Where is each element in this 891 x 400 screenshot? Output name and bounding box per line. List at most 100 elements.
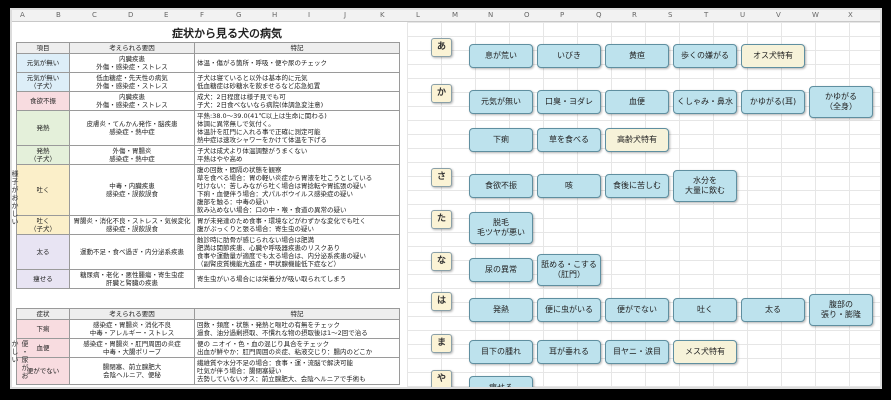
cause-cell[interactable]: 低血糖症・先天性の病気 外傷・感染症・ストレス bbox=[69, 72, 195, 92]
cause-cell[interactable]: 胃腸炎・消化不良・ストレス・気候変化 感染症・誤飲誤食 bbox=[69, 215, 195, 235]
symptom-tag[interactable]: 黄疸 bbox=[605, 44, 669, 68]
symptom-tag[interactable]: くしゃみ・鼻水 bbox=[673, 90, 737, 114]
column-letter[interactable]: K bbox=[380, 11, 385, 19]
note-cell[interactable]: 繊維質や水分不足の場合：食事・運・流脳で解決可能 吐気が伴う場合：腸閉塞疑い 去勢し… bbox=[194, 357, 400, 385]
symptom-cell[interactable]: 食欲不振 bbox=[16, 91, 70, 111]
symptom-tag[interactable]: 草を食べる bbox=[537, 128, 601, 152]
note-cell[interactable]: 成犬：2日程度は様子見でも可 子犬：2日食べないなら病院(体調急変注意) bbox=[194, 91, 400, 111]
symptom-tag[interactable]: 太る bbox=[741, 298, 805, 322]
symptom-tag[interactable]: いびき bbox=[537, 44, 601, 68]
column-letter[interactable]: I bbox=[308, 11, 310, 19]
symptom-tag[interactable]: 尿の異常 bbox=[469, 258, 533, 282]
symptom-cell[interactable]: 下痢 bbox=[16, 319, 70, 339]
column-letter[interactable]: V bbox=[776, 11, 781, 19]
column-letter[interactable]: H bbox=[272, 11, 277, 19]
kana-index-8[interactable]: や bbox=[431, 370, 452, 387]
note-cell[interactable]: 胃が未発達のため食事・環境などがわずかな変化でも吐く 腹がぷっくりと張る場合：寄生… bbox=[194, 215, 400, 235]
column-letter[interactable]: U bbox=[740, 11, 745, 19]
column-letter[interactable]: Q bbox=[596, 11, 602, 19]
column-letter[interactable]: G bbox=[236, 11, 241, 19]
note-cell[interactable]: 平熱:38.0～39.0(41℃以上は生命に関わる) 体調に異常無しで気付く。 体温… bbox=[194, 110, 400, 146]
symptom-tag[interactable]: 下痢 bbox=[469, 128, 533, 152]
cause-cell[interactable]: 内臓疾患 外傷・感染症・ストレス bbox=[69, 91, 195, 111]
symptom-tag[interactable]: 血便 bbox=[605, 90, 669, 114]
column-letter[interactable]: C bbox=[92, 11, 97, 19]
cause-cell[interactable]: 内臓疾患 外傷・感染症・ストレス bbox=[69, 53, 195, 73]
symptom-cell[interactable]: 太る bbox=[16, 234, 70, 270]
symptom-tag[interactable]: 便に虫がいる bbox=[537, 298, 601, 322]
cause-cell[interactable]: 皮膚炎・てんかん発作・脳疾患 感染症・熱中症 bbox=[69, 110, 195, 146]
note-cell[interactable]: 触診時に肋骨が感じられない場合は肥満 肥満は関節疾患、心臓や呼吸器疾患のリスクあり… bbox=[194, 234, 400, 270]
cause-cell[interactable]: 外傷・胃腸炎 感染症・熱中症 bbox=[69, 145, 195, 165]
symptom-cell[interactable]: 吐く bbox=[16, 164, 70, 216]
table-row: 元気が無い 内臓疾患 外傷・感染症・ストレス 体温・傷がる箇所・呼吸・便や尿のチェック bbox=[16, 53, 400, 73]
column-letter[interactable]: D bbox=[128, 11, 133, 19]
kana-index-0[interactable]: あ bbox=[431, 38, 452, 57]
note-cell[interactable]: 子犬は寝ていると以外は基本的に元気 低血糖症は砂糖水を飲ませるなど応急処置 bbox=[194, 72, 400, 92]
column-letter[interactable]: A bbox=[20, 11, 25, 19]
symptom-cell[interactable]: 元気が無い （子犬） bbox=[16, 72, 70, 92]
symptom-tag[interactable]: 口臭・ヨダレ bbox=[537, 90, 601, 114]
symptom-cell[interactable]: 吐く （子犬） bbox=[16, 215, 70, 235]
column-letter[interactable]: P bbox=[560, 11, 564, 19]
kana-index-7[interactable]: ま bbox=[431, 334, 452, 353]
symptom-cell[interactable]: 発熱 （子犬） bbox=[16, 145, 70, 165]
cause-cell[interactable]: 糖尿病・老化・悪性腫瘍・寄生虫症 肝臓と腎臓の疾患 bbox=[69, 269, 195, 289]
kana-index-6[interactable]: は bbox=[431, 292, 452, 311]
note-cell[interactable]: 便の ニオイ・色・血の混じり具合をチェック 出血が鮮やか：肛門周囲の炎症、粘液交じ… bbox=[194, 338, 400, 358]
note-cell[interactable]: 腹の回数・間隔の状態を観察 草を食べる場合：胃の軽い炎症から胃液を吐こうとしている… bbox=[194, 164, 400, 216]
note-cell[interactable]: 体温・傷がる箇所・呼吸・便や尿のチェック bbox=[194, 53, 400, 73]
cause-cell[interactable]: 感染症・胃腸炎・肛門周囲の炎症 中毒・大腸ポリープ bbox=[69, 338, 195, 358]
symptom-tag[interactable]: 息が荒い bbox=[469, 44, 533, 68]
kana-index-4[interactable]: た bbox=[431, 210, 452, 229]
column-letter[interactable]: X bbox=[848, 11, 853, 19]
index-grid: あ息が荒い いびき 黄疸 歩くの嫌がる オス犬特有か元気が無い 口臭・ヨダレ 血便 くしゃみ・… bbox=[407, 22, 880, 387]
symptom-tag[interactable]: かゆがる （全身） bbox=[809, 86, 873, 118]
kana-index-1[interactable]: か bbox=[431, 84, 452, 103]
symptom-tag[interactable]: 吐く bbox=[673, 298, 737, 322]
column-letter[interactable]: O bbox=[524, 11, 530, 19]
symptom-cell[interactable]: 痩せる bbox=[16, 269, 70, 289]
note-cell[interactable]: 寄生虫がいる場合には栄養分が吸い取られてしまう bbox=[194, 269, 400, 289]
cause-cell[interactable]: 中毒・内臓疾患 感染症・誤飲誤食 bbox=[69, 164, 195, 216]
note-cell[interactable]: 子犬は成犬より体温調整がうまくない 平熱はやや高め bbox=[194, 145, 400, 165]
symptom-tag[interactable]: 元気が無い bbox=[469, 90, 533, 114]
symptom-tag[interactable]: 目ヤニ・涙目 bbox=[605, 340, 669, 364]
kana-index-3[interactable]: さ bbox=[431, 168, 452, 187]
symptom-tag[interactable]: 舐める・こする （肛門） bbox=[537, 254, 601, 286]
symptom-tag[interactable]: 耳が垂れる bbox=[537, 340, 601, 364]
symptom-tag[interactable]: 水分を 大量に飲む bbox=[673, 170, 737, 202]
column-letter[interactable]: M bbox=[452, 11, 458, 19]
column-letter[interactable]: B bbox=[56, 11, 61, 19]
symptom-tag[interactable]: 高齢犬特有 bbox=[605, 128, 669, 152]
symptom-tag[interactable]: かゆがる(耳) bbox=[741, 90, 805, 114]
kana-index-5[interactable]: な bbox=[431, 252, 452, 271]
symptom-tag[interactable]: 便がでない bbox=[605, 298, 669, 322]
note-cell[interactable]: 回数・頻度・状態・発熱と嘔吐の有無をチェック 過食、油分過剰摂取、不慣れな物の摂取… bbox=[194, 319, 400, 339]
symptom-tag[interactable]: 発熱 bbox=[469, 298, 533, 322]
column-letter[interactable]: J bbox=[344, 11, 346, 19]
symptom-tag[interactable]: 食後に苦しむ bbox=[605, 174, 669, 198]
column-letter[interactable]: L bbox=[416, 11, 420, 19]
symptom-cell[interactable]: 発熱 bbox=[16, 110, 70, 146]
column-letter[interactable]: W bbox=[812, 11, 819, 19]
column-letter[interactable]: E bbox=[164, 11, 168, 19]
symptom-tag[interactable]: 痩せる bbox=[469, 376, 533, 387]
column-letter[interactable]: F bbox=[200, 11, 204, 19]
cause-cell[interactable]: 腸閉塞、前立腺肥大 会陰ヘルニア、便秘 bbox=[69, 357, 195, 385]
symptom-tag[interactable]: 腹部の 張り・膨隆 bbox=[809, 294, 873, 326]
symptom-tag[interactable]: 食欲不振 bbox=[469, 174, 533, 198]
cause-cell[interactable]: 感染症・胃腸炎・消化不良 中毒・アレルギー・ストレス bbox=[69, 319, 195, 339]
symptom-tag[interactable]: オス犬特有 bbox=[741, 44, 805, 68]
symptom-tag[interactable]: 咳 bbox=[537, 174, 601, 198]
symptom-tag[interactable]: 歩くの嫌がる bbox=[673, 44, 737, 68]
column-letter[interactable]: R bbox=[632, 11, 637, 19]
symptom-cell[interactable]: 元気が無い bbox=[16, 53, 70, 73]
symptom-tag[interactable]: 目下の腫れ bbox=[469, 340, 533, 364]
symptom-tag[interactable]: 脱毛 毛ツヤが悪い bbox=[469, 212, 533, 244]
symptom-tag[interactable]: メス犬特有 bbox=[673, 340, 737, 364]
column-letter[interactable]: T bbox=[704, 11, 708, 19]
cause-cell[interactable]: 運動不足・食べ過ぎ・内分泌系疾患 bbox=[69, 234, 195, 270]
column-letter[interactable]: N bbox=[488, 11, 493, 19]
column-letter[interactable]: S bbox=[668, 11, 672, 19]
